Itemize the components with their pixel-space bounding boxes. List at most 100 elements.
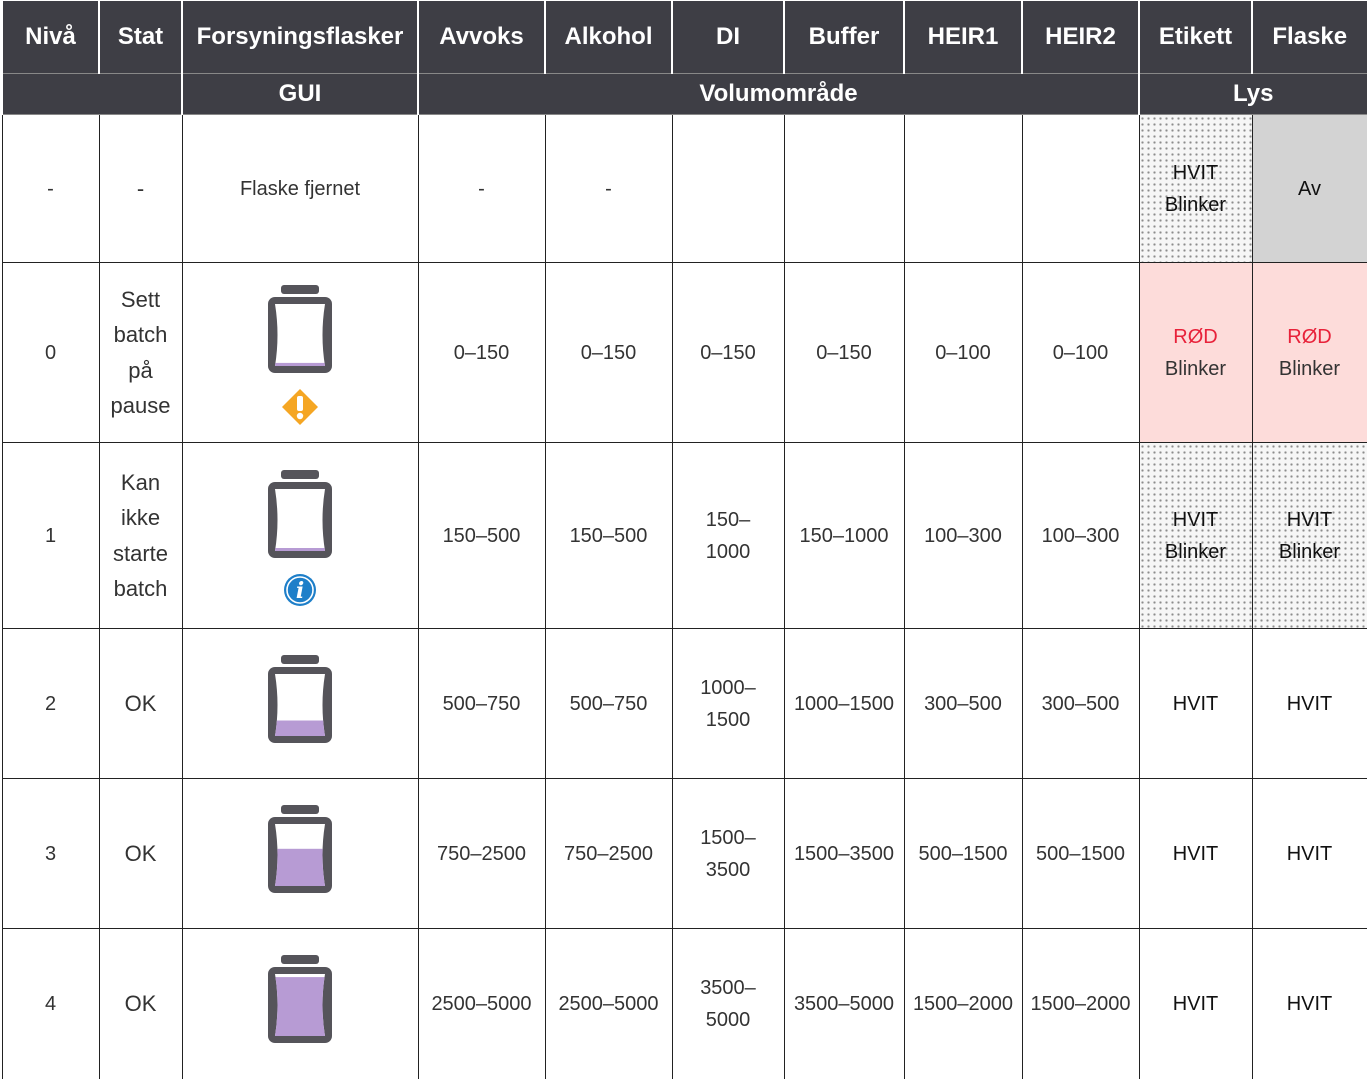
- bottle-icon: [260, 798, 340, 899]
- gui-bottle: [260, 948, 340, 1049]
- cell-heir2: 1500–2000: [1021, 928, 1140, 1079]
- cell-niva: 4: [1, 928, 100, 1079]
- cell-flaske: HVIT: [1251, 628, 1367, 779]
- bottle-icon: [260, 278, 340, 379]
- cell-stat: OK: [98, 928, 183, 1079]
- bottle-liquid: [275, 720, 325, 736]
- cell-di: 1500–3500: [671, 778, 785, 929]
- cell-etikett: HVIT: [1138, 928, 1253, 1079]
- bottle-liquid: [275, 976, 325, 1036]
- cell-niva: 1: [1, 442, 100, 629]
- subheader-volumomrade: Volumområde: [417, 73, 1140, 115]
- cell-avvoks: 150–500: [417, 442, 546, 629]
- warning-diamond-icon: [282, 388, 318, 425]
- cell-flaske-line1: RØD: [1287, 325, 1332, 348]
- cell-flaske-line2: Blinker: [1278, 357, 1341, 380]
- cell-flaske-line1: HVIT: [1286, 992, 1333, 1015]
- cell-di: 0–150: [671, 262, 785, 443]
- cell-buffer: 0–150: [783, 262, 905, 443]
- table-body: - - Flaske fjernet - - HVIT Blinker Av 0 Sett bat…: [1, 114, 1367, 1079]
- cell-flaske-line1: Av: [1298, 177, 1321, 200]
- cell-etikett: HVIT: [1138, 778, 1253, 929]
- cell-heir1: 300–500: [903, 628, 1023, 779]
- bottle-cavity: [275, 488, 325, 551]
- cell-etikett-line1: HVIT: [1172, 842, 1219, 865]
- svg-text:i: i: [296, 578, 304, 604]
- subheader-lys: Lys: [1138, 73, 1367, 115]
- cell-di: [671, 114, 785, 263]
- gui-bottle: [260, 278, 340, 379]
- subheader-gui: GUI: [181, 73, 419, 115]
- header-niva: Nivå: [1, 0, 100, 74]
- cell-niva: 0: [1, 262, 100, 443]
- table-row: 0 Sett batch på pause 0–150 0–150 0–150 0–150…: [1, 262, 1367, 443]
- cell-etikett-line1: HVIT: [1172, 992, 1219, 1015]
- table-row: 4 OK 2500–5000 2500–5000 3500–5000 3500–5000 1…: [1, 928, 1367, 1079]
- cell-alkohol: 150–500: [544, 442, 673, 629]
- cell-buffer: 1000–1500: [783, 628, 905, 779]
- cell-etikett-line1: HVIT: [1172, 508, 1219, 531]
- cell-niva: -: [1, 114, 100, 263]
- header-forsyningsflasker: Forsyningsflasker: [181, 0, 419, 74]
- subheader-empty: [1, 73, 183, 115]
- cell-gui: [181, 778, 419, 929]
- bottle-cap: [281, 284, 319, 294]
- bottle-icon: [260, 648, 340, 749]
- cell-niva: 2: [1, 628, 100, 779]
- cell-flaske-line2: Blinker: [1278, 540, 1341, 563]
- cell-buffer: 3500–5000: [783, 928, 905, 1079]
- header-heir1: HEIR1: [903, 0, 1023, 74]
- cell-alkohol: 500–750: [544, 628, 673, 779]
- cell-stat: Kan ikke starte batch: [98, 442, 183, 629]
- header-row: Nivå Stat Forsyningsflasker Avvoks Alkoh…: [1, 0, 1367, 74]
- cell-buffer: 1500–3500: [783, 778, 905, 929]
- header-di: DI: [671, 0, 785, 74]
- table-row: - - Flaske fjernet - - HVIT Blinker Av: [1, 114, 1367, 263]
- cell-etikett-line2: Blinker: [1164, 357, 1227, 380]
- bottle-cap: [281, 954, 319, 964]
- cell-stat: Sett batch på pause: [98, 262, 183, 443]
- cell-etikett: HVIT Blinker: [1138, 442, 1253, 629]
- cell-gui: [181, 928, 419, 1079]
- cell-flaske: RØD Blinker: [1251, 262, 1367, 443]
- header-avvoks: Avvoks: [417, 0, 546, 74]
- cell-gui: Flaske fjernet: [181, 114, 419, 263]
- bottle-liquid: [275, 848, 325, 886]
- cell-heir2: 100–300: [1021, 442, 1140, 629]
- cell-alkohol: 2500–5000: [544, 928, 673, 1079]
- cell-heir1: 100–300: [903, 442, 1023, 629]
- cell-heir2: [1021, 114, 1140, 263]
- cell-di: 3500–5000: [671, 928, 785, 1079]
- cell-avvoks: 750–2500: [417, 778, 546, 929]
- bottle-cavity: [275, 303, 325, 366]
- cell-avvoks: 2500–5000: [417, 928, 546, 1079]
- cell-stat: OK: [98, 628, 183, 779]
- cell-heir1: 500–1500: [903, 778, 1023, 929]
- bottle-cap: [281, 654, 319, 664]
- bottle-cap: [281, 469, 319, 479]
- cell-flaske-line1: HVIT: [1286, 692, 1333, 715]
- header-flaske: Flaske: [1251, 0, 1367, 74]
- bottle-liquid: [275, 547, 325, 551]
- cell-di: 150–1000: [671, 442, 785, 629]
- table-row: 1 Kan ikke starte batch i 150–500 150–500 150…: [1, 442, 1367, 629]
- bottle-icon: [260, 463, 340, 564]
- cell-flaske-line1: HVIT: [1286, 508, 1333, 531]
- table-row: 3 OK 750–2500 750–2500 1500–3500 1500–3500 500…: [1, 778, 1367, 929]
- cell-etikett: HVIT: [1138, 628, 1253, 779]
- cell-etikett-line1: HVIT: [1172, 692, 1219, 715]
- info-icon: i: [284, 573, 316, 606]
- header-stat: Stat: [98, 0, 183, 74]
- cell-heir1: 0–100: [903, 262, 1023, 443]
- header-heir2: HEIR2: [1021, 0, 1140, 74]
- cell-alkohol: -: [544, 114, 673, 263]
- cell-alkohol: 0–150: [544, 262, 673, 443]
- cell-flaske: HVIT Blinker: [1251, 442, 1367, 629]
- table-row: 2 OK 500–750 500–750 1000–1500 1000–1500 300–5…: [1, 628, 1367, 779]
- volume-level-table: Nivå Stat Forsyningsflasker Avvoks Alkoh…: [1, 0, 1367, 1079]
- cell-heir2: 500–1500: [1021, 778, 1140, 929]
- cell-etikett-line1: RØD: [1173, 325, 1218, 348]
- cell-heir2: 0–100: [1021, 262, 1140, 443]
- cell-etikett: HVIT Blinker: [1138, 114, 1253, 263]
- gui-status-text: Flaske fjernet: [239, 177, 361, 200]
